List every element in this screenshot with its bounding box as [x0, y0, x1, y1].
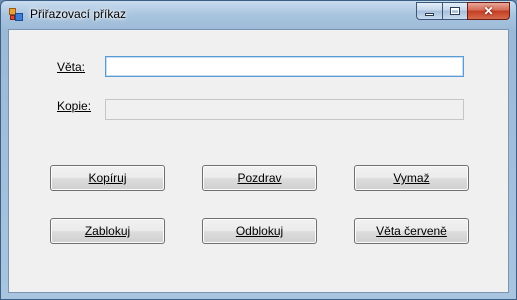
kopiruj-button-label: Kopíruj: [88, 171, 127, 185]
veta-label: Věta:: [57, 60, 86, 74]
vymaz-button[interactable]: Vymaž: [354, 165, 469, 191]
close-icon: ✕: [483, 4, 494, 18]
minimize-button[interactable]: [416, 2, 442, 20]
odblokuj-button-label: Odblokuj: [235, 224, 284, 238]
pozdrav-button-label: Pozdrav: [237, 171, 282, 185]
title-bar[interactable]: Přiřazovací příkaz ✕: [1, 1, 516, 28]
pozdrav-button[interactable]: Pozdrav: [202, 165, 317, 191]
kopie-label: Kopie:: [57, 99, 92, 113]
vymaz-button-label: Vymaž: [393, 171, 430, 185]
zablokuj-button[interactable]: Zablokuj: [50, 218, 165, 244]
minimize-icon: [425, 13, 434, 16]
odblokuj-button[interactable]: Odblokuj: [202, 218, 317, 244]
veta-cervene-button-label: Věta červeně: [376, 224, 447, 238]
maximize-icon: [450, 7, 460, 15]
maximize-button[interactable]: [442, 2, 467, 20]
window-title: Přiřazovací příkaz: [30, 7, 127, 21]
caption-buttons: ✕: [416, 2, 510, 20]
veta-cervene-button[interactable]: Věta červeně: [354, 218, 469, 244]
close-button[interactable]: ✕: [467, 2, 510, 20]
app-icon[interactable]: [9, 8, 23, 21]
kopie-output[interactable]: [105, 99, 464, 120]
veta-input[interactable]: [105, 56, 464, 77]
app-window: Přiřazovací příkaz ✕ Věta: Kopie: Kopíru…: [0, 0, 517, 300]
kopiruj-button[interactable]: Kopíruj: [50, 165, 165, 191]
zablokuj-button-label: Zablokuj: [84, 224, 131, 238]
form-client-area: Věta: Kopie: Kopíruj Pozdrav Vymaž Zablo…: [8, 29, 509, 293]
